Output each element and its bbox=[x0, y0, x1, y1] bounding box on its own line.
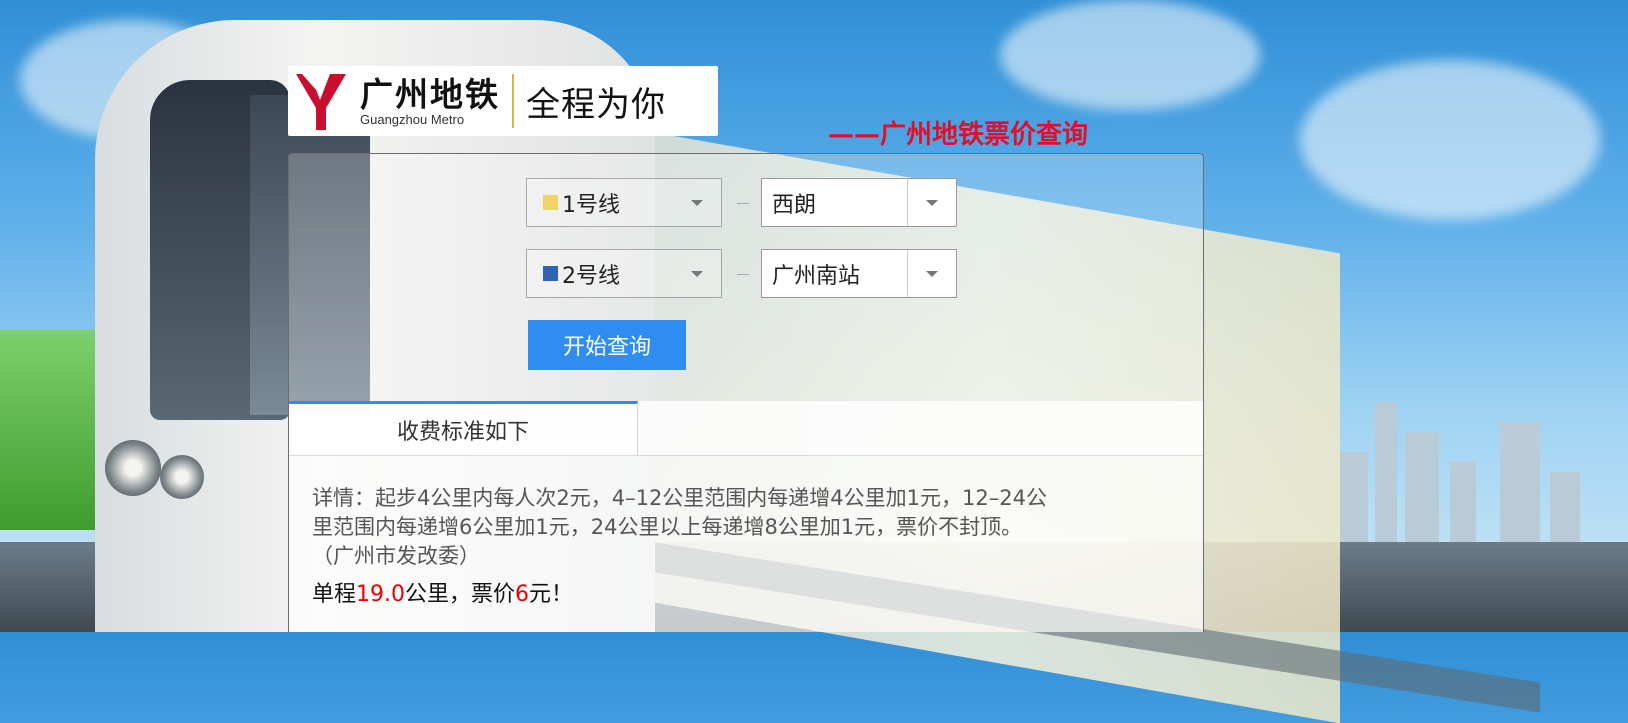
background-cloud bbox=[1300, 60, 1600, 220]
train-headlight bbox=[160, 455, 204, 499]
metro-logo-icon bbox=[296, 74, 346, 130]
fare-detail-text: 详情：起步4公里内每人次2元，4–12公里范围内每递增4公里加1元，12–24公… bbox=[312, 484, 1174, 571]
logo-english-text: Guangzhou Metro bbox=[360, 111, 465, 127]
metro-logo: 广州地铁 Guangzhou Metro 全程为你 bbox=[288, 66, 718, 136]
trip-distance: 19.0 bbox=[356, 582, 405, 607]
fare-detail-line: 里范围内每递增6公里加1元，24公里以上每递增8公里加1元，票价不封顶。 bbox=[312, 515, 1023, 539]
field-connector bbox=[737, 203, 749, 204]
line1-color-swatch bbox=[543, 195, 558, 210]
line2-color-swatch bbox=[543, 266, 558, 281]
chevron-down-icon bbox=[926, 200, 938, 206]
dest-line-select[interactable]: 2号线 bbox=[526, 249, 722, 298]
ticket-price: 6 bbox=[515, 582, 530, 607]
chevron-down-icon bbox=[926, 271, 938, 277]
select-divider bbox=[907, 250, 908, 297]
dest-station-select[interactable]: 广州南站 bbox=[761, 249, 957, 298]
fare-result: 单程19.0公里，票价6元！ bbox=[312, 576, 573, 608]
result-prefix: 单程 bbox=[312, 582, 357, 607]
logo-slogan: 全程为你 bbox=[526, 84, 666, 125]
train-headlight bbox=[105, 440, 161, 496]
page-title: ——广州地铁票价查询 bbox=[828, 120, 1089, 150]
origin-line-select[interactable]: 1号线 bbox=[526, 178, 722, 227]
select-divider bbox=[907, 179, 908, 226]
dest-station-value: 广州南站 bbox=[772, 263, 861, 289]
origin-line-value: 1号线 bbox=[562, 192, 620, 218]
fare-detail-line: 详情：起步4公里内每人次2元，4–12公里范围内每递增4公里加1元，12–24公 bbox=[312, 486, 1047, 510]
logo-chinese-text: 广州地铁 bbox=[360, 74, 500, 114]
logo-text: 广州地铁 Guangzhou Metro bbox=[360, 74, 500, 127]
dest-line-value: 2号线 bbox=[562, 263, 620, 289]
start-query-button[interactable]: 开始查询 bbox=[528, 320, 686, 370]
field-connector bbox=[737, 274, 749, 275]
fare-source: （广州市发改委） bbox=[312, 544, 480, 568]
result-mid: 公里，票价 bbox=[405, 582, 516, 607]
chevron-down-icon bbox=[691, 271, 703, 277]
result-suffix: 元！ bbox=[529, 582, 574, 607]
chevron-down-icon bbox=[691, 200, 703, 206]
origin-station-value: 西朗 bbox=[772, 192, 817, 218]
background-cloud bbox=[1000, 0, 1260, 110]
origin-station-select[interactable]: 西朗 bbox=[761, 178, 957, 227]
tab-fare-standard[interactable]: 收费标准如下 bbox=[289, 401, 638, 455]
result-tabs: 收费标准如下 bbox=[289, 401, 1203, 456]
logo-divider bbox=[512, 74, 514, 128]
